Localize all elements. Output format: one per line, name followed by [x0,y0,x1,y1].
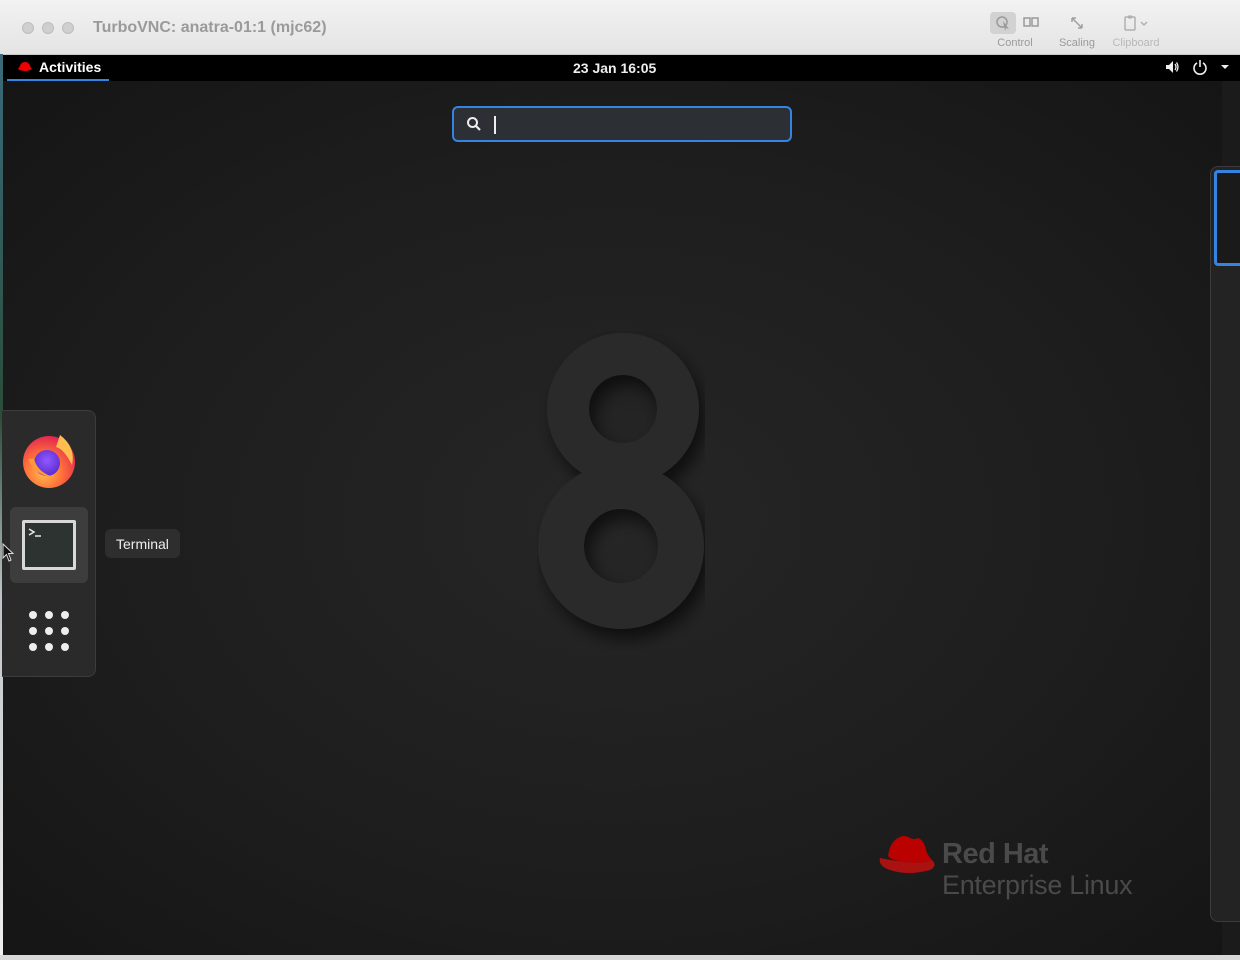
overview-background [3,81,1222,955]
window-title: TurboVNC: anatra-01:1 (mjc62) [93,19,327,36]
power-icon[interactable] [1192,59,1208,75]
mouse-pointer-icon [2,543,14,562]
dash-item-firefox[interactable] [10,421,88,497]
host-bottom-strip [0,955,1240,960]
brand-rhel-text: Enterprise Linux [942,870,1133,900]
workspace-switcher [1210,166,1240,922]
control-button[interactable]: Control [986,12,1044,49]
brand-redhat-text: Red Hat [942,838,1049,870]
gnome-top-bar: Activities 23 Jan 16:05 [3,55,1240,81]
clipboard-button[interactable]: Clipboard [1108,12,1164,49]
workspace-thumbnail[interactable] [1214,170,1240,266]
redhat-logo-icon [879,836,935,873]
activities-label: Activities [39,59,102,75]
menu-arrow-icon[interactable] [1220,59,1230,75]
rhel-8-watermark [538,333,704,629]
search-box[interactable] [452,106,792,142]
clock-button[interactable]: 23 Jan 16:05 [573,60,656,76]
control-pointer-icon [990,12,1016,34]
search-icon [467,117,481,131]
terminal-icon [22,520,76,570]
system-tray[interactable] [1164,59,1230,75]
scaling-icon [1071,17,1083,29]
app-grid-icon [29,611,69,651]
scaling-button[interactable]: Scaling [1052,12,1102,49]
vnc-window-titlebar[interactable]: TurboVNC: anatra-01:1 (mjc62) Control Sc… [0,0,1240,55]
zoom-window-button[interactable] [62,22,74,34]
control-keyboard-icon [1022,14,1040,33]
volume-icon[interactable] [1164,59,1180,75]
search-input[interactable] [488,112,782,138]
close-window-button[interactable] [22,22,34,34]
clipboard-icon [1124,15,1148,31]
dash-item-terminal[interactable] [10,507,88,583]
firefox-icon [23,435,75,488]
dash-tooltip: Terminal [105,529,180,558]
control-label: Control [997,37,1033,49]
activities-button[interactable]: Activities [7,55,110,81]
show-applications-button[interactable] [10,593,88,669]
scaling-label: Scaling [1058,37,1096,49]
dash [2,410,96,677]
clipboard-label: Clipboard [1112,37,1160,49]
text-cursor [494,116,496,134]
redhat-fedora-icon [18,62,32,71]
minimize-window-button[interactable] [42,22,54,34]
